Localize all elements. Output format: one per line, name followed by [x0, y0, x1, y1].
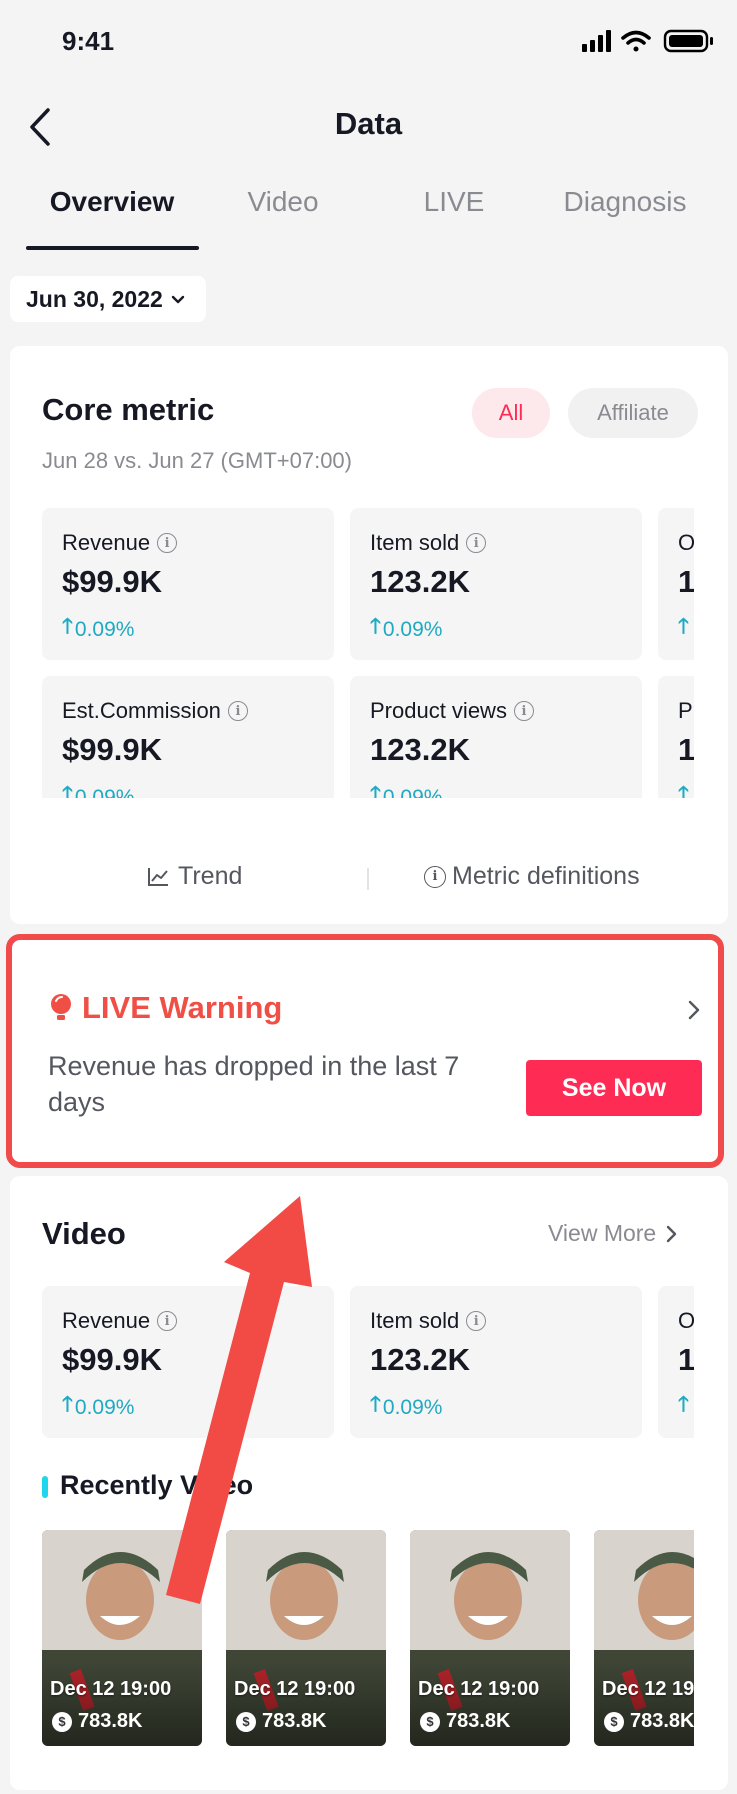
core-metric-subtitle: Jun 28 vs. Jun 27 (GMT+07:00): [42, 448, 352, 473]
metric-delta: 0.09%: [382, 617, 443, 641]
date-filter-value: Jun 30, 2022: [26, 285, 163, 312]
dollar-coin-icon: $: [52, 1711, 72, 1732]
live-warning-title: LIVE Warning: [82, 990, 283, 1025]
thumbnail-views: 783.8K: [446, 1710, 511, 1732]
chevron-right-icon[interactable]: [684, 998, 704, 1022]
tab-diagnosis[interactable]: Diagnosis: [540, 186, 710, 218]
metric-delta: 0.09%: [382, 785, 443, 799]
video-card: Video View More Revenue i $99.9K 🡑 0.09% I…: [10, 1176, 728, 1790]
metric-definitions-label: Metric definitions: [452, 862, 640, 890]
thumbnail-date: Dec 12 19:00: [234, 1678, 356, 1700]
filter-all-button[interactable]: All: [472, 388, 550, 438]
thumbnail-strip: Dec 12 19:00 $783.8K Dec 12 19:00 $783.8…: [10, 1176, 694, 1790]
metric-label: Product views: [370, 698, 507, 723]
see-now-button[interactable]: See Now: [526, 1060, 702, 1116]
dollar-coin-icon: $: [420, 1711, 440, 1732]
live-warning-card[interactable]: LIVE Warning Revenue has dropped in the …: [6, 934, 724, 1168]
live-warning-text: Revenue has dropped in the last 7 days: [48, 1051, 460, 1117]
tab-active-indicator: [26, 246, 199, 250]
chevron-down-icon: [171, 289, 185, 310]
info-icon[interactable]: i: [227, 701, 248, 721]
video-thumbnail[interactable]: Dec 12 19:00 $783.8K: [226, 1530, 386, 1746]
metric-card-partial[interactable]: Pr 12 🡑: [658, 676, 694, 798]
metric-value: 123.2K: [370, 732, 470, 767]
thumbnail-date: Dec 12 19:00: [50, 1678, 172, 1700]
trend-chart-icon: [148, 867, 168, 886]
thumbnail-date: Dec 12 19:00: [602, 1678, 694, 1700]
metric-card-partial[interactable]: O 12 🡑: [658, 508, 694, 660]
video-thumbnail[interactable]: Dec 12 19:00 $783.8K: [42, 1530, 202, 1746]
arrow-up-icon: 🡑: [678, 615, 689, 638]
info-icon[interactable]: i: [466, 533, 487, 553]
core-metric-card: Core metric Jun 28 vs. Jun 27 (GMT+07:00…: [10, 346, 728, 924]
trend-label: Trend: [178, 862, 243, 890]
metric-grid: Revenue i $99.9K 🡑 0.09% Item sold i 123.2K…: [10, 508, 694, 798]
tab-live[interactable]: LIVE: [369, 186, 539, 218]
dollar-coin-icon: $: [604, 1711, 624, 1732]
info-icon[interactable]: i: [157, 533, 178, 553]
metric-definitions-button[interactable]: i Metric definitions: [424, 862, 640, 891]
tab-bar: Overview Video LIVE Diagnosis: [0, 186, 737, 250]
video-thumbnail[interactable]: Dec 12 19:00 $783.8K: [594, 1530, 694, 1746]
arrow-up-icon: 🡑: [62, 783, 73, 798]
metric-label: Revenue: [62, 530, 151, 555]
video-thumbnail[interactable]: Dec 12 19:00 $783.8K: [410, 1530, 570, 1746]
metric-card-est-commission[interactable]: Est.Commission i $99.9K 🡑 0.09%: [42, 676, 334, 798]
signal-icon: [582, 30, 611, 52]
metric-card-product-views[interactable]: Product views i 123.2K 🡑 0.09%: [350, 676, 642, 798]
tab-overview[interactable]: Overview: [27, 186, 197, 218]
metric-delta: 0.09%: [74, 785, 135, 799]
thumbnail-views: 783.8K: [262, 1710, 327, 1732]
arrow-up-icon: 🡑: [678, 783, 689, 798]
trend-button[interactable]: Trend: [146, 862, 242, 891]
metric-label: Item sold: [370, 530, 460, 555]
thumbnail-views: 783.8K: [78, 1710, 143, 1732]
metric-label: O: [678, 530, 694, 555]
metric-value: 123.2K: [370, 564, 470, 599]
status-icons: [580, 26, 720, 56]
metric-card-revenue[interactable]: Revenue i $99.9K 🡑 0.09%: [42, 508, 334, 660]
metric-value: 12: [678, 732, 694, 767]
date-filter-dropdown[interactable]: Jun 30, 2022: [10, 276, 206, 322]
info-icon[interactable]: i: [513, 701, 534, 721]
arrow-up-icon: 🡑: [370, 783, 381, 798]
filter-affiliate-button[interactable]: Affiliate: [568, 388, 698, 438]
metric-value: 12: [678, 564, 694, 599]
tab-video[interactable]: Video: [198, 186, 368, 218]
dollar-coin-icon: $: [236, 1711, 256, 1732]
metric-label: Est.Commission: [62, 698, 221, 723]
metric-label: Pr: [678, 698, 694, 723]
lightbulb-icon: [51, 994, 71, 1020]
divider: [367, 868, 369, 890]
page-title: Data: [334, 106, 403, 141]
thumbnail-views: 783.8K: [630, 1710, 694, 1732]
metric-value: $99.9K: [62, 732, 162, 767]
core-metric-title: Core metric: [42, 392, 215, 427]
metric-value: $99.9K: [62, 564, 162, 599]
metric-delta: 0.09%: [74, 617, 135, 641]
metric-card-item-sold[interactable]: Item sold i 123.2K 🡑 0.09%: [350, 508, 642, 660]
battery-icon: [663, 29, 713, 53]
thumbnail-date: Dec 12 19:00: [418, 1678, 540, 1700]
arrow-up-icon: 🡑: [370, 615, 381, 638]
wifi-icon: [621, 30, 651, 52]
info-icon: i: [424, 865, 446, 888]
status-time: 9:41: [62, 26, 115, 56]
arrow-up-icon: 🡑: [62, 615, 73, 638]
